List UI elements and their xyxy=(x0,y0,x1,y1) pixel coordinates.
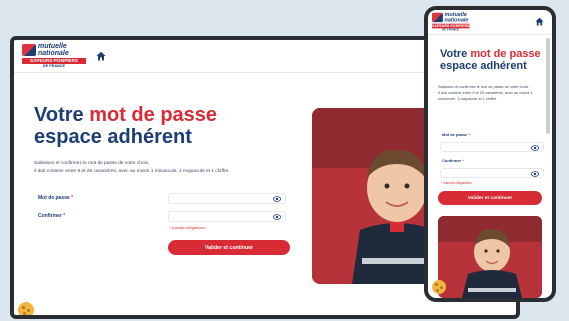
brand-sub: DE FRANCE xyxy=(42,64,66,68)
child-firefighter-image xyxy=(438,216,542,298)
mobile-description: Saisissez et confirmez le mot de passe d… xyxy=(438,85,533,101)
mobile-confirm-label: Confirmer * xyxy=(442,158,464,163)
logo-mark-icon xyxy=(432,12,443,23)
cookie-icon[interactable] xyxy=(18,302,34,315)
mobile-password-label: Mot de passe * xyxy=(442,132,471,137)
mobile-brand-logo[interactable]: mutuelle nationale SAPEURS-POMPIERS DE F… xyxy=(432,12,470,32)
eye-icon[interactable] xyxy=(531,145,539,151)
mobile-screen: mutuelle nationale SAPEURS-POMPIERS DE F… xyxy=(428,10,552,298)
mobile-scrollbar[interactable] xyxy=(546,38,550,134)
home-icon[interactable] xyxy=(535,17,544,26)
mandatory-note: * champs obligatoires xyxy=(169,226,206,230)
mobile-password-field[interactable] xyxy=(440,142,544,152)
brand-name-line2: nationale xyxy=(38,50,69,57)
eye-icon[interactable] xyxy=(273,196,281,202)
mobile-confirm-field[interactable] xyxy=(440,168,544,178)
mobile-frame: mutuelle nationale SAPEURS-POMPIERS DE F… xyxy=(424,6,556,302)
mobile-mandatory-note: * champs obligatoires xyxy=(441,181,472,185)
page-title: Votre mot de passe espace adhérent xyxy=(34,104,218,148)
home-icon[interactable] xyxy=(96,51,106,61)
confirm-field[interactable] xyxy=(168,211,286,222)
mobile-cookie-icon[interactable] xyxy=(432,280,446,294)
mobile-page-title: Votre mot de passe espace adhérent xyxy=(440,48,541,72)
brand-logo[interactable]: mutuelle nationale SAPEURS-POMPIERS DE F… xyxy=(22,43,86,69)
mobile-hero-photo xyxy=(438,216,542,298)
brand-name-line1: mutuelle xyxy=(38,43,67,50)
eye-icon[interactable] xyxy=(273,214,281,220)
password-field[interactable] xyxy=(168,193,286,204)
page-description: Saisissez et confirmez le mot de passe d… xyxy=(34,161,230,174)
eye-icon[interactable] xyxy=(531,171,539,177)
mobile-submit-button[interactable]: Valider et continuer xyxy=(438,191,542,205)
logo-mark-icon xyxy=(22,44,36,56)
password-label: Mot de passe * xyxy=(38,195,74,201)
confirm-label: Confirmer * xyxy=(38,213,66,219)
mobile-header: mutuelle nationale SAPEURS-POMPIERS DE F… xyxy=(428,10,552,35)
submit-button[interactable]: Valider et continuer xyxy=(168,240,290,255)
